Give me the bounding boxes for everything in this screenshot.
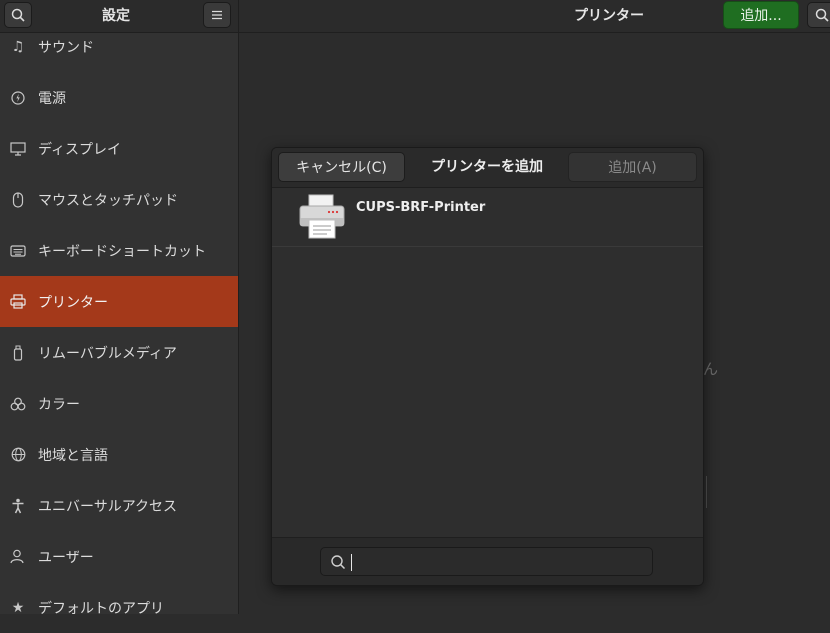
sidebar-item-label: ユニバーサルアクセス (38, 498, 178, 515)
music-note-icon: ♫ (11, 38, 25, 55)
hamburger-menu-icon (212, 10, 222, 20)
user-icon (9, 548, 27, 566)
search-icon (11, 8, 25, 22)
printer-icon (9, 293, 27, 311)
sidebar-item-label: 電源 (38, 90, 66, 107)
search-icon (815, 8, 829, 22)
printer-name: CUPS-BRF-Printer (356, 200, 486, 215)
sidebar-item-color[interactable]: カラー (0, 378, 238, 429)
search-icon (331, 555, 346, 570)
dialog-header: キャンセル(C) プリンターを追加 追加(A) (272, 148, 703, 188)
sidebar-item-label: プリンター (38, 294, 108, 311)
sidebar: ♫ サウンド 電源 ディスプレイ マウスとタッチパッド キーボードショートカット… (0, 0, 239, 617)
sidebar-list: ♫ サウンド 電源 ディスプレイ マウスとタッチパッド キーボードショートカット… (0, 21, 238, 633)
add-printer-dialog: キャンセル(C) プリンターを追加 追加(A) CUPS-BRF-Printer (271, 147, 704, 586)
sidebar-item-removable-media[interactable]: リムーバブルメディア (0, 327, 238, 378)
sidebar-title: 設定 (102, 8, 130, 24)
main-search-button[interactable] (807, 2, 830, 28)
globe-icon (9, 446, 27, 464)
sidebar-item-default-apps[interactable]: ★ デフォルトのアプリ (0, 582, 238, 633)
cancel-button[interactable]: キャンセル(C) (278, 152, 405, 182)
usb-drive-icon (9, 344, 27, 362)
sidebar-item-label: 地域と言語 (38, 447, 108, 464)
color-icon (9, 395, 27, 413)
printer-search-input[interactable] (351, 552, 641, 572)
background-message: ん (703, 360, 719, 378)
sidebar-menu-button[interactable] (203, 2, 231, 28)
sidebar-item-mouse[interactable]: マウスとタッチパッド (0, 174, 238, 225)
sidebar-item-label: カラー (38, 396, 80, 413)
add-printer-button[interactable]: 追加... (723, 1, 799, 29)
sidebar-search-button[interactable] (4, 2, 32, 28)
sidebar-item-printers[interactable]: プリンター (0, 276, 238, 327)
sidebar-item-label: リムーバブルメディア (38, 345, 177, 362)
sidebar-item-label: サウンド (38, 39, 94, 56)
mouse-icon (9, 191, 27, 209)
sidebar-item-label: キーボードショートカット (38, 243, 206, 260)
sidebar-header: 設定 (0, 0, 238, 33)
accessibility-icon (9, 497, 27, 515)
sidebar-item-power[interactable]: 電源 (0, 72, 238, 123)
sidebar-item-universal-access[interactable]: ユニバーサルアクセス (0, 480, 238, 531)
sidebar-item-label: ディスプレイ (38, 141, 122, 158)
dialog-title: プリンターを追加 (431, 159, 543, 175)
power-icon (9, 89, 27, 107)
sidebar-item-region-language[interactable]: 地域と言語 (0, 429, 238, 480)
dialog-footer (272, 537, 703, 585)
printer-search-field[interactable] (320, 547, 653, 576)
page-title: プリンター (574, 8, 644, 24)
main-header: プリンター 追加... (239, 0, 830, 33)
sidebar-item-display[interactable]: ディスプレイ (0, 123, 238, 174)
printer-icon (299, 194, 345, 239)
sidebar-item-label: ユーザー (38, 549, 94, 566)
add-button[interactable]: 追加(A) (568, 152, 697, 182)
text-caret (351, 554, 352, 571)
keyboard-icon (9, 242, 27, 260)
display-icon (9, 140, 27, 158)
sidebar-item-label: マウスとタッチパッド (38, 192, 178, 209)
sidebar-item-label: デフォルトのアプリ (38, 600, 164, 617)
sidebar-item-users[interactable]: ユーザー (0, 531, 238, 582)
printer-list-item[interactable]: CUPS-BRF-Printer (272, 188, 703, 247)
sidebar-item-keyboard[interactable]: キーボードショートカット (0, 225, 238, 276)
